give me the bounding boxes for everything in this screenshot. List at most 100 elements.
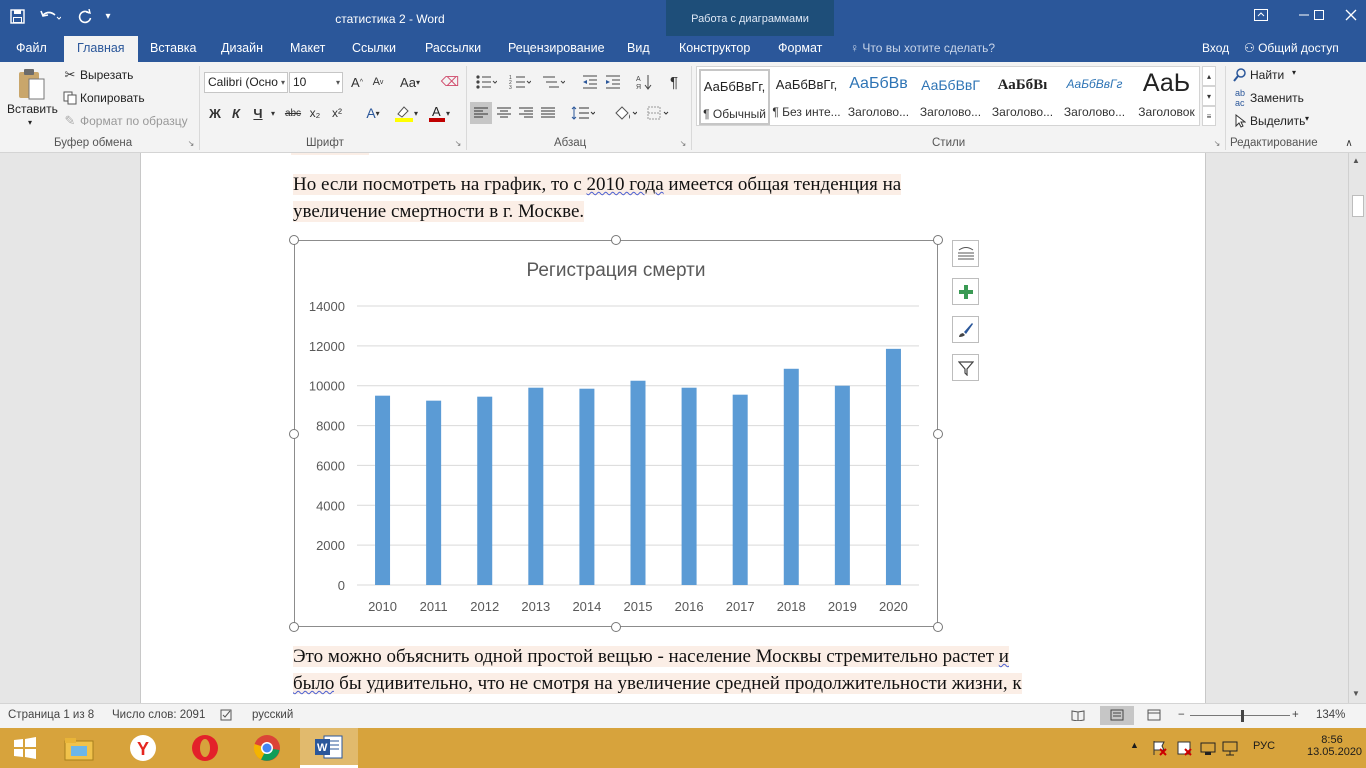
- decrease-indent-icon[interactable]: [580, 72, 600, 92]
- ribbon-display-icon[interactable]: [1246, 4, 1276, 26]
- share-button[interactable]: ⚇ Общий доступ: [1244, 36, 1339, 60]
- select-button[interactable]: Выделить: [1250, 114, 1305, 128]
- align-left-icon[interactable]: [470, 102, 492, 124]
- zoom-slider[interactable]: [1190, 715, 1290, 716]
- tab-view[interactable]: Вид: [627, 36, 650, 62]
- file-explorer-icon[interactable]: [50, 728, 108, 768]
- paste-button[interactable]: Вставить: [7, 102, 58, 116]
- maximize-icon[interactable]: [1304, 4, 1334, 26]
- styles-scroll-up-icon[interactable]: ▴: [1202, 66, 1216, 86]
- superscript-button[interactable]: x²: [328, 104, 346, 122]
- styles-scroll-down-icon[interactable]: ▾: [1202, 86, 1216, 106]
- word-taskbar-icon[interactable]: W: [300, 728, 358, 768]
- resize-handle-top-left[interactable]: [289, 235, 299, 245]
- scroll-down-arrow-icon[interactable]: ▼: [1352, 689, 1360, 698]
- network-icon[interactable]: [1222, 740, 1238, 759]
- numbering-icon[interactable]: 123: [506, 72, 534, 92]
- tray-security-icon[interactable]: [1176, 740, 1192, 759]
- read-mode-icon[interactable]: [1071, 709, 1085, 724]
- style-no-spacing[interactable]: АаБбВвГг, ¶ Без инте...: [771, 69, 842, 125]
- sign-in-link[interactable]: Вход: [1202, 36, 1229, 60]
- language-indicator[interactable]: русский: [252, 709, 293, 721]
- copy-icon[interactable]: [62, 90, 78, 106]
- replace-button[interactable]: Заменить: [1250, 91, 1304, 105]
- opera-icon[interactable]: [176, 728, 234, 768]
- show-formatting-button[interactable]: ¶: [664, 72, 684, 92]
- web-layout-icon[interactable]: [1147, 709, 1161, 724]
- yandex-browser-icon[interactable]: Y: [114, 728, 172, 768]
- tab-review[interactable]: Рецензирование: [508, 36, 605, 62]
- tab-chart-format[interactable]: Формат: [778, 36, 822, 62]
- tell-me-box[interactable]: ♀ Что вы хотите сделать?: [850, 36, 995, 62]
- style-title-bold[interactable]: АаБбВı Заголово...: [987, 69, 1058, 125]
- replace-icon[interactable]: ab ac: [1232, 88, 1248, 108]
- grow-font-button[interactable]: A ^: [348, 73, 366, 91]
- scroll-up-arrow-icon[interactable]: ▲: [1352, 156, 1360, 165]
- resize-handle-bottom-left[interactable]: [289, 622, 299, 632]
- tab-design[interactable]: Дизайн: [221, 36, 263, 62]
- start-button[interactable]: [0, 728, 50, 768]
- paste-icon[interactable]: [14, 66, 48, 102]
- styles-launcher-icon[interactable]: ↘: [1212, 138, 1222, 148]
- cut-icon[interactable]: ✂: [62, 67, 78, 83]
- proofing-icon[interactable]: [220, 709, 234, 724]
- document-page[interactable]: Но если посмотреть на график, то с 2010 …: [140, 153, 1206, 703]
- paragraph-launcher-icon[interactable]: ↘: [678, 138, 688, 148]
- style-normal[interactable]: АаБбВвГг, ¶ Обычный: [699, 69, 770, 125]
- tab-home[interactable]: Главная: [64, 36, 138, 62]
- resize-handle-bottom[interactable]: [611, 622, 621, 632]
- style-heading-2[interactable]: АаБбВвГ Заголово...: [915, 69, 986, 125]
- format-painter-button[interactable]: Формат по образцу: [80, 114, 188, 128]
- zoom-in-icon[interactable]: +: [1292, 709, 1299, 721]
- tab-file[interactable]: Файл: [16, 36, 47, 62]
- tab-mailings[interactable]: Рассылки: [425, 36, 481, 62]
- vertical-scrollbar[interactable]: ▲ ▼: [1348, 153, 1366, 703]
- collapse-ribbon-icon[interactable]: ∧: [1342, 136, 1356, 150]
- chrome-icon[interactable]: [238, 728, 296, 768]
- chart-elements-button[interactable]: [952, 278, 979, 305]
- tray-device-icon[interactable]: [1200, 740, 1216, 759]
- scrollbar-thumb[interactable]: [1352, 195, 1364, 217]
- tray-flag-icon[interactable]: [1151, 740, 1167, 759]
- underline-button[interactable]: Ч: [249, 104, 267, 122]
- chart-filters-button[interactable]: [952, 354, 979, 381]
- style-heading-1[interactable]: АаБбВв Заголово...: [843, 69, 914, 125]
- bold-button[interactable]: Ж: [206, 104, 224, 122]
- resize-handle-top-right[interactable]: [933, 235, 943, 245]
- search-icon[interactable]: [1232, 67, 1248, 83]
- resize-handle-top[interactable]: [611, 235, 621, 245]
- change-case-button[interactable]: Aa ▾: [396, 73, 424, 91]
- clear-formatting-icon[interactable]: ⌫: [440, 73, 460, 91]
- find-dropdown-icon[interactable]: ▾: [1292, 68, 1296, 77]
- format-painter-icon[interactable]: ✎: [62, 113, 78, 129]
- tab-references[interactable]: Ссылки: [352, 36, 396, 62]
- text-effects-icon[interactable]: A ▾: [360, 104, 386, 122]
- close-icon[interactable]: [1336, 4, 1366, 26]
- resize-handle-right[interactable]: [933, 429, 943, 439]
- zoom-out-icon[interactable]: −: [1178, 709, 1185, 721]
- align-right-icon[interactable]: [516, 102, 536, 124]
- underline-dropdown-icon[interactable]: ▾: [268, 104, 278, 122]
- clipboard-launcher-icon[interactable]: ↘: [186, 138, 196, 148]
- cut-button[interactable]: Вырезать: [80, 68, 133, 82]
- chart-styles-button[interactable]: [952, 316, 979, 343]
- print-layout-icon[interactable]: [1100, 706, 1134, 725]
- style-heading-italic[interactable]: АаБбВвГг Заголово...: [1059, 69, 1130, 125]
- font-name-combo[interactable]: Calibri (Осно ▾: [204, 72, 288, 93]
- sort-icon[interactable]: AЯ: [634, 72, 654, 92]
- tab-layout[interactable]: Макет: [290, 36, 325, 62]
- styles-more-icon[interactable]: ≡: [1202, 106, 1216, 126]
- font-color-icon[interactable]: A ▾: [424, 104, 454, 122]
- shading-icon[interactable]: [610, 102, 640, 124]
- word-count[interactable]: Число слов: 2091: [112, 709, 205, 721]
- paste-dropdown-icon[interactable]: ▾: [28, 118, 32, 127]
- resize-handle-left[interactable]: [289, 429, 299, 439]
- shrink-font-button[interactable]: Av: [369, 73, 387, 91]
- find-button[interactable]: Найти: [1250, 68, 1284, 82]
- justify-icon[interactable]: [538, 102, 558, 124]
- layout-options-button[interactable]: [952, 240, 979, 267]
- increase-indent-icon[interactable]: [603, 72, 623, 92]
- tab-insert[interactable]: Вставка: [150, 36, 196, 62]
- bullets-icon[interactable]: [472, 72, 500, 92]
- resize-handle-bottom-right[interactable]: [933, 622, 943, 632]
